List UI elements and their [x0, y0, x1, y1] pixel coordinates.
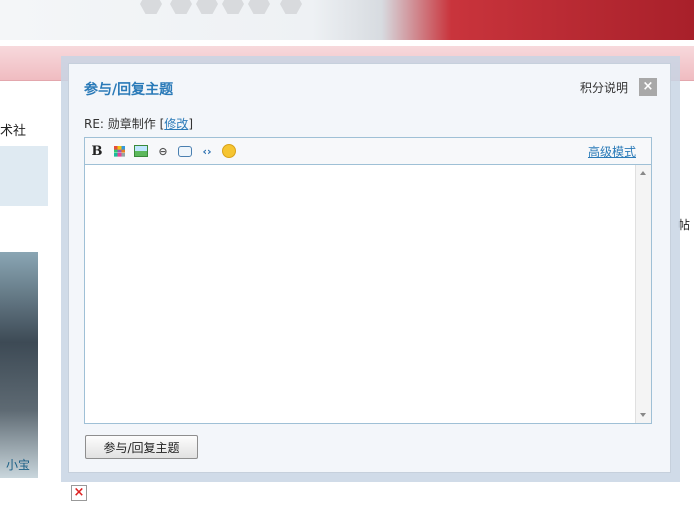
- editor-toolbar: B ⊖ ‹› 高级模式: [85, 138, 651, 165]
- bold-icon[interactable]: B: [89, 143, 105, 159]
- points-help-link[interactable]: 积分说明: [580, 79, 628, 96]
- avatar-username[interactable]: 小宝: [6, 456, 30, 473]
- reply-dialog: 参与/回复主题 积分说明 × RE: 勋章制作 [修改] B ⊖ ‹› 高级模式…: [68, 63, 671, 473]
- bracket-close: ]: [188, 117, 193, 131]
- forum-club-label: 术社: [0, 124, 27, 139]
- reply-editor: B ⊖ ‹› 高级模式: [84, 137, 652, 424]
- scroll-down-icon[interactable]: [640, 413, 646, 417]
- user-avatar[interactable]: [0, 252, 38, 478]
- page-left-band: [0, 146, 48, 206]
- scroll-up-icon[interactable]: [640, 171, 646, 175]
- advanced-mode-link[interactable]: 高级模式: [588, 143, 636, 160]
- close-icon[interactable]: ×: [639, 78, 657, 96]
- editor-scrollbar[interactable]: [635, 165, 651, 423]
- font-color-icon[interactable]: [111, 143, 127, 159]
- edit-subject-link[interactable]: 修改: [164, 117, 188, 131]
- subject-text: RE: 勋章制作: [84, 117, 156, 131]
- reply-subject: RE: 勋章制作 [修改]: [84, 115, 193, 132]
- quote-icon[interactable]: [177, 143, 193, 159]
- code-icon[interactable]: ‹›: [199, 143, 215, 159]
- submit-reply-button[interactable]: 参与/回复主题: [85, 435, 198, 459]
- page-banner: [0, 0, 694, 40]
- broken-image-icon: ×: [71, 485, 87, 501]
- insert-link-icon[interactable]: ⊖: [155, 143, 171, 159]
- dialog-title: 参与/回复主题: [84, 82, 174, 98]
- reply-textarea[interactable]: [85, 165, 636, 423]
- insert-image-icon[interactable]: [133, 143, 149, 159]
- smiley-icon[interactable]: [221, 143, 237, 159]
